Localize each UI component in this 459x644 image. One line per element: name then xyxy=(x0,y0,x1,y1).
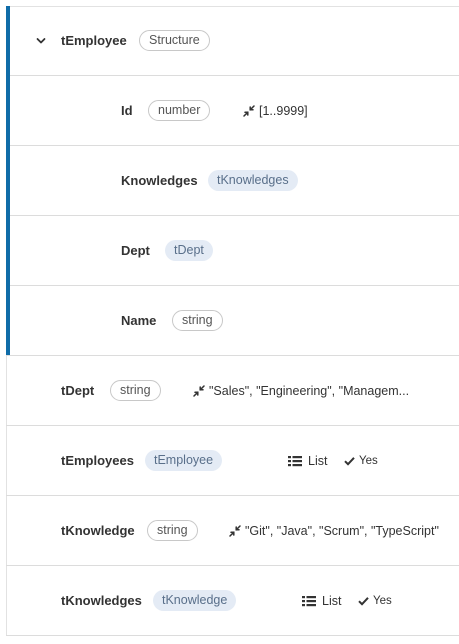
tree-row-type[interactable]: tEmployees tEmployee List Yes xyxy=(6,426,459,496)
constraint-text: "Sales", "Engineering", "Managem... xyxy=(209,383,410,398)
tree-row-type[interactable]: tKnowledges tKnowledge List Yes xyxy=(6,566,459,636)
field-name: Knowledges xyxy=(121,173,198,188)
tree-row-field[interactable]: Name string xyxy=(6,286,459,356)
tree-row-type[interactable]: tDept string "Sales", "Engineering", "Ma… xyxy=(6,356,459,426)
list-icon xyxy=(302,595,316,607)
constraint-text: [1..9999] xyxy=(259,103,308,118)
check-icon xyxy=(344,456,355,466)
field-name: Id xyxy=(121,103,133,118)
tree-row-type[interactable]: tKnowledge string "Git", "Java", "Scrum"… xyxy=(6,496,459,566)
tree-row-root[interactable]: tEmployee Structure xyxy=(6,6,459,76)
type-name: tDept xyxy=(61,383,95,398)
compress-arrows-icon xyxy=(243,104,255,117)
type-name: tEmployee xyxy=(61,33,127,48)
tree-row-field[interactable]: Knowledges tKnowledges xyxy=(6,146,459,216)
list-label: List xyxy=(322,593,342,608)
compress-arrows-icon xyxy=(229,524,241,537)
tree-row-field[interactable]: Dept tDept xyxy=(6,216,459,286)
type-pill: string xyxy=(110,380,161,401)
type-pill: number xyxy=(148,100,211,121)
type-reference-pill[interactable]: tKnowledges xyxy=(208,170,298,191)
selection-indicator xyxy=(6,6,10,355)
list-flag-text: Yes xyxy=(359,454,378,467)
type-name: tKnowledge xyxy=(61,523,135,538)
compress-arrows-icon xyxy=(193,384,205,397)
type-pill: string xyxy=(172,310,223,331)
list-flag-text: Yes xyxy=(373,594,392,607)
constraint-text: "Git", "Java", "Scrum", "TypeScript" xyxy=(245,523,439,538)
type-name: tEmployees xyxy=(61,453,134,468)
field-name: Name xyxy=(121,313,157,328)
field-name: Dept xyxy=(121,243,150,258)
type-reference-pill[interactable]: tKnowledge xyxy=(153,590,237,611)
type-name: tKnowledges xyxy=(61,593,142,608)
tree-row-field[interactable]: Id number [1..9999] xyxy=(6,76,459,146)
check-icon xyxy=(358,596,369,606)
type-pill: Structure xyxy=(139,30,210,51)
type-reference-pill[interactable]: tDept xyxy=(165,240,213,261)
list-label: List xyxy=(308,453,328,468)
chevron-down-icon[interactable] xyxy=(35,35,47,47)
list-icon xyxy=(288,455,302,467)
type-reference-pill[interactable]: tEmployee xyxy=(145,450,223,471)
type-pill: string xyxy=(147,520,198,541)
